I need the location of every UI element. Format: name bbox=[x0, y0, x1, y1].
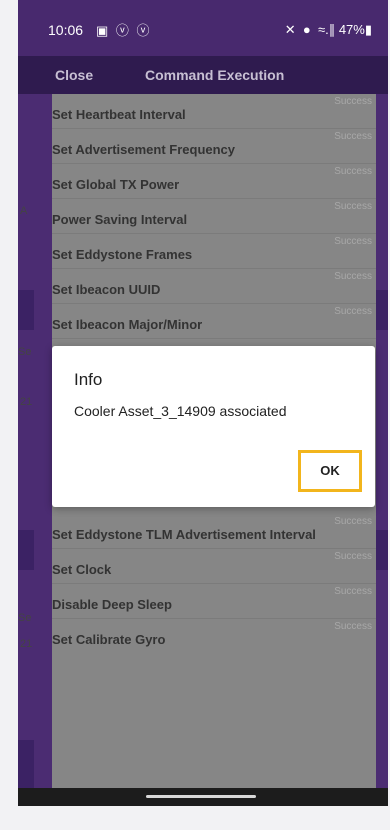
list-item: Set Ibeacon Major/Minor Success bbox=[52, 304, 376, 339]
app-bar: Close Command Execution bbox=[18, 56, 388, 94]
command-name: Set Clock bbox=[52, 562, 112, 577]
command-name: Set Ibeacon Major/Minor bbox=[52, 317, 203, 332]
background-panel bbox=[374, 530, 388, 570]
list-item: Set Clock Success bbox=[52, 549, 376, 584]
list-item: Disable Deep Sleep Success bbox=[52, 584, 376, 619]
list-item: Set Advertisement Frequency Success bbox=[52, 129, 376, 164]
background-panel bbox=[374, 290, 388, 330]
command-status: Success bbox=[334, 166, 372, 177]
list-item: Set Eddystone Frames Success bbox=[52, 234, 376, 269]
command-name: Set Eddystone Frames bbox=[52, 247, 193, 262]
background-panel bbox=[18, 740, 34, 790]
background-text: Se bbox=[18, 346, 32, 358]
page-title: Command Execution bbox=[145, 67, 285, 83]
command-name: Set Global TX Power bbox=[52, 177, 180, 192]
background-text: Se bbox=[18, 612, 32, 624]
command-name: Set Ibeacon UUID bbox=[52, 282, 161, 297]
command-status: Success bbox=[334, 516, 372, 527]
list-item: Power Saving Interval Success bbox=[52, 199, 376, 234]
background-panel bbox=[18, 290, 34, 330]
command-name: Set Advertisement Frequency bbox=[52, 142, 236, 157]
command-name: Set Calibrate Gyro bbox=[52, 632, 166, 647]
list-item: Set Eddystone TLM Advertisement Interval… bbox=[52, 514, 376, 549]
dialog-message: Cooler Asset_3_14909 associated bbox=[74, 403, 287, 419]
command-status: Success bbox=[334, 621, 372, 632]
notification-icons: ▣ ⓥ ⓥ bbox=[96, 23, 152, 38]
background-text: A bbox=[20, 205, 28, 217]
background-panel bbox=[18, 530, 34, 570]
command-status: Success bbox=[334, 201, 372, 212]
command-status: Success bbox=[334, 131, 372, 142]
home-handle[interactable] bbox=[146, 795, 256, 798]
list-item: Set Heartbeat Interval Success bbox=[52, 94, 376, 129]
background-text: 21 bbox=[20, 638, 33, 650]
command-status: Success bbox=[334, 586, 372, 597]
info-dialog: Info Cooler Asset_3_14909 associated OK bbox=[52, 346, 375, 507]
command-name: Power Saving Interval bbox=[52, 212, 188, 227]
list-item: Set Ibeacon UUID Success bbox=[52, 269, 376, 304]
status-time: 10:06 bbox=[48, 22, 84, 38]
status-bar: 10:06 ▣ ⓥ ⓥ ✕ ● ≈.∥ 47%▮ bbox=[18, 0, 388, 56]
list-item: Set Global TX Power Success bbox=[52, 164, 376, 199]
command-status: Success bbox=[334, 551, 372, 562]
dialog-title: Info bbox=[74, 370, 103, 389]
command-name: Disable Deep Sleep bbox=[52, 597, 172, 612]
command-name: Set Heartbeat Interval bbox=[52, 107, 186, 122]
command-status: Success bbox=[334, 96, 372, 107]
ok-button[interactable]: OK bbox=[298, 450, 362, 492]
close-button[interactable]: Close bbox=[55, 67, 93, 83]
command-name: Set Eddystone TLM Advertisement Interval bbox=[52, 527, 316, 542]
gesture-nav-bar bbox=[18, 788, 388, 806]
list-item: Set Calibrate Gyro Success bbox=[52, 619, 376, 653]
command-status: Success bbox=[334, 306, 372, 317]
command-status: Success bbox=[334, 236, 372, 247]
system-indicators: ✕ ● ≈.∥ 47%▮ bbox=[284, 22, 372, 37]
command-status: Success bbox=[334, 271, 372, 282]
background-text: 21 bbox=[20, 396, 33, 408]
